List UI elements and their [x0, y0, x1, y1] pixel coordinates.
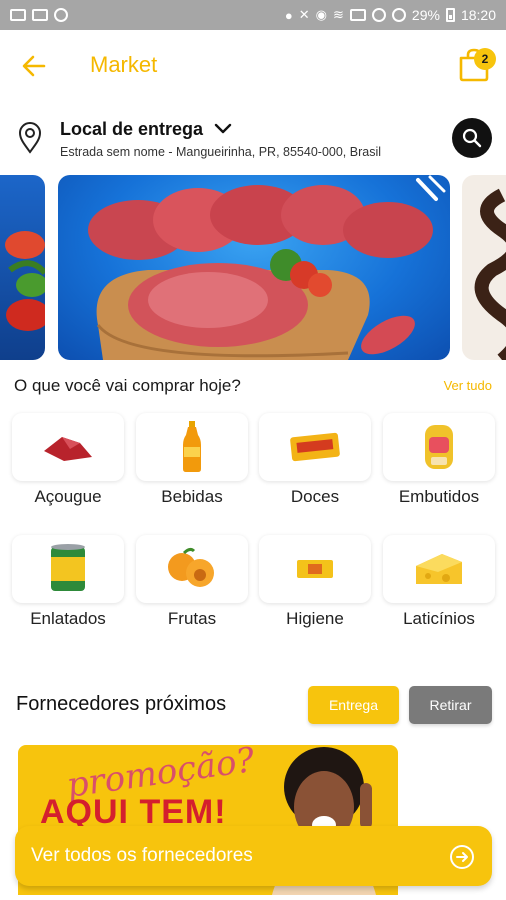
- carousel-slide-chocolate[interactable]: [462, 175, 506, 360]
- sausage-icon: [425, 425, 453, 469]
- carousel-slide-vegetables[interactable]: [0, 175, 45, 360]
- chevron-down-icon[interactable]: [214, 122, 232, 136]
- category-label: Açougue: [34, 487, 102, 506]
- category-label: Laticínios: [403, 609, 475, 628]
- carousel-slide-meat[interactable]: [58, 175, 450, 360]
- back-arrow-icon[interactable]: [20, 52, 48, 80]
- clock: 18:20: [460, 7, 496, 23]
- category-higiene[interactable]: Higiene: [259, 535, 371, 629]
- category-doces[interactable]: Doces: [259, 413, 371, 507]
- cheese-icon: [416, 554, 462, 584]
- soap-icon: [297, 560, 333, 578]
- notification-icon: [32, 9, 48, 21]
- status-bar-notifications: [10, 8, 68, 22]
- category-label: Embutidos: [398, 487, 480, 506]
- candy-icon: [290, 432, 340, 462]
- location-icon: ●: [284, 7, 293, 23]
- categories-heading: O que você vai comprar hoje?: [14, 376, 241, 395]
- category-label: Doces: [290, 487, 340, 506]
- category-label: Frutas: [167, 609, 217, 628]
- category-label: Higiene: [286, 609, 344, 628]
- see-all-suppliers-label: Ver todos os fornecedores: [31, 845, 253, 866]
- chocolate-image: [474, 188, 506, 360]
- delivery-location[interactable]: Local de entrega Estrada sem nome - Mang…: [0, 110, 506, 168]
- search-icon: [462, 128, 482, 148]
- nearby-suppliers-heading: Fornecedores próximos: [16, 693, 227, 715]
- vegetables-image: [5, 231, 45, 331]
- sim-icon: [349, 9, 366, 21]
- see-all-suppliers-button[interactable]: Ver todos os fornecedores: [15, 826, 492, 886]
- cart-count-badge: 2: [474, 48, 496, 70]
- category-card[interactable]: [136, 413, 248, 481]
- location-address: Estrada sem nome - Mangueirinha, PR, 855…: [60, 145, 381, 159]
- meat-icon: [44, 437, 92, 461]
- mute-icon: ✕: [298, 7, 310, 22]
- location-title: Local de entrega: [60, 119, 204, 139]
- category-enlatados[interactable]: Enlatados: [12, 535, 124, 629]
- category-card[interactable]: [136, 535, 248, 603]
- status-bar: ● ✕ ◉ ≋ 29% 18:20: [0, 0, 506, 30]
- see-all-link[interactable]: Ver tudo: [444, 378, 492, 393]
- location-pin-icon: [18, 122, 42, 154]
- arrow-right-icon: [450, 845, 474, 869]
- wifi-icon: ≋: [333, 7, 344, 22]
- status-bar-system: ● ✕ ◉ ≋ 29% 18:20: [285, 7, 496, 23]
- notification-icon: [10, 9, 26, 21]
- alarm-icon: ◉: [315, 7, 328, 22]
- promo-carousel[interactable]: [0, 175, 506, 360]
- no-signal-icon: [371, 8, 386, 22]
- category-card[interactable]: [383, 535, 495, 603]
- category-card[interactable]: [12, 535, 124, 603]
- do-not-disturb-icon: [391, 8, 406, 22]
- bottle-icon: [183, 421, 201, 472]
- whatsapp-icon: [54, 8, 68, 22]
- battery-percent: 29%: [411, 7, 440, 23]
- category-label: Bebidas: [161, 487, 223, 506]
- pickup-filter-button[interactable]: Retirar: [409, 686, 492, 724]
- fruit-icon: [168, 547, 214, 587]
- can-icon: [51, 544, 85, 591]
- category-card[interactable]: [383, 413, 495, 481]
- category-card[interactable]: [12, 413, 124, 481]
- category-label: Enlatados: [30, 609, 106, 628]
- meat-banner-image: [88, 175, 446, 360]
- search-button[interactable]: [452, 118, 492, 158]
- category-bebidas[interactable]: Bebidas: [136, 413, 248, 507]
- battery-icon: [445, 8, 455, 22]
- category-card[interactable]: [259, 413, 371, 481]
- category-frutas[interactable]: Frutas: [136, 535, 248, 629]
- category-acougue[interactable]: Açougue: [12, 413, 124, 507]
- delivery-filter-button[interactable]: Entrega: [308, 686, 399, 724]
- category-laticinios[interactable]: Laticínios: [383, 535, 495, 629]
- category-card[interactable]: [259, 535, 371, 603]
- page-title: Market: [90, 52, 158, 77]
- app-header: Market 2: [0, 30, 506, 102]
- category-embutidos[interactable]: Embutidos: [383, 413, 495, 507]
